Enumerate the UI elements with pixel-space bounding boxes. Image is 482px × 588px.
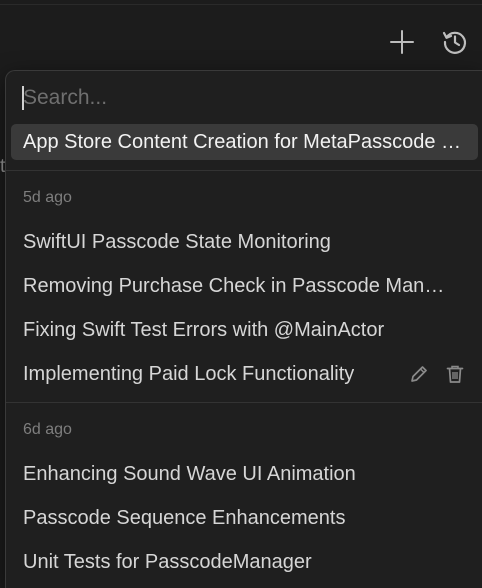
group-divider	[6, 170, 482, 171]
text-caret	[22, 86, 24, 110]
rename-button[interactable]	[408, 363, 430, 385]
group-header-6d: 6d ago	[23, 421, 72, 438]
history-item-label: Enhancing Sound Wave UI Animation	[23, 462, 356, 485]
history-item[interactable]: Removing Purchase Check in Passcode Mana…	[11, 268, 478, 304]
history-item-selected[interactable]: App Store Content Creation for MetaPassc…	[11, 124, 478, 160]
history-item-label: Removing Purchase Check in Passcode Mana…	[23, 274, 455, 297]
history-item[interactable]: Unit Tests for PasscodeManager	[11, 544, 478, 580]
history-item-hovered[interactable]: Implementing Paid Lock Functionality	[11, 356, 478, 392]
history-item[interactable]: Passcode Sequence Enhancements	[11, 500, 478, 536]
history-button[interactable]	[440, 27, 470, 57]
new-chat-button[interactable]	[387, 27, 417, 57]
chat-history-popover: App Store Content Creation for MetaPassc…	[5, 70, 482, 588]
history-item-label: Implementing Paid Lock Functionality	[23, 362, 355, 385]
pencil-icon	[411, 366, 427, 382]
group-header-5d: 5d ago	[23, 189, 72, 206]
trash-icon	[446, 365, 464, 383]
history-item[interactable]: Enhancing Sound Wave UI Animation	[11, 456, 478, 492]
row-actions	[408, 356, 466, 392]
delete-button[interactable]	[444, 363, 466, 385]
top-divider	[0, 4, 482, 5]
group-divider	[6, 402, 482, 403]
search-input[interactable]	[23, 83, 463, 113]
search-row	[22, 83, 463, 113]
history-item[interactable]: Fixing Swift Test Errors with @MainActor	[11, 312, 478, 348]
app-window: t App Store Content Creation for MetaPas…	[0, 0, 482, 588]
history-item[interactable]: SwiftUI Passcode State Monitoring	[11, 224, 478, 260]
history-item-label: App Store Content Creation for MetaPassc…	[23, 130, 465, 153]
history-item-label: Passcode Sequence Enhancements	[23, 506, 346, 529]
history-item-label: Unit Tests for PasscodeManager	[23, 550, 312, 573]
history-icon	[442, 31, 467, 54]
plus-icon	[390, 30, 414, 54]
history-item-label: SwiftUI Passcode State Monitoring	[23, 230, 331, 253]
history-item-label: Fixing Swift Test Errors with @MainActor	[23, 318, 385, 341]
